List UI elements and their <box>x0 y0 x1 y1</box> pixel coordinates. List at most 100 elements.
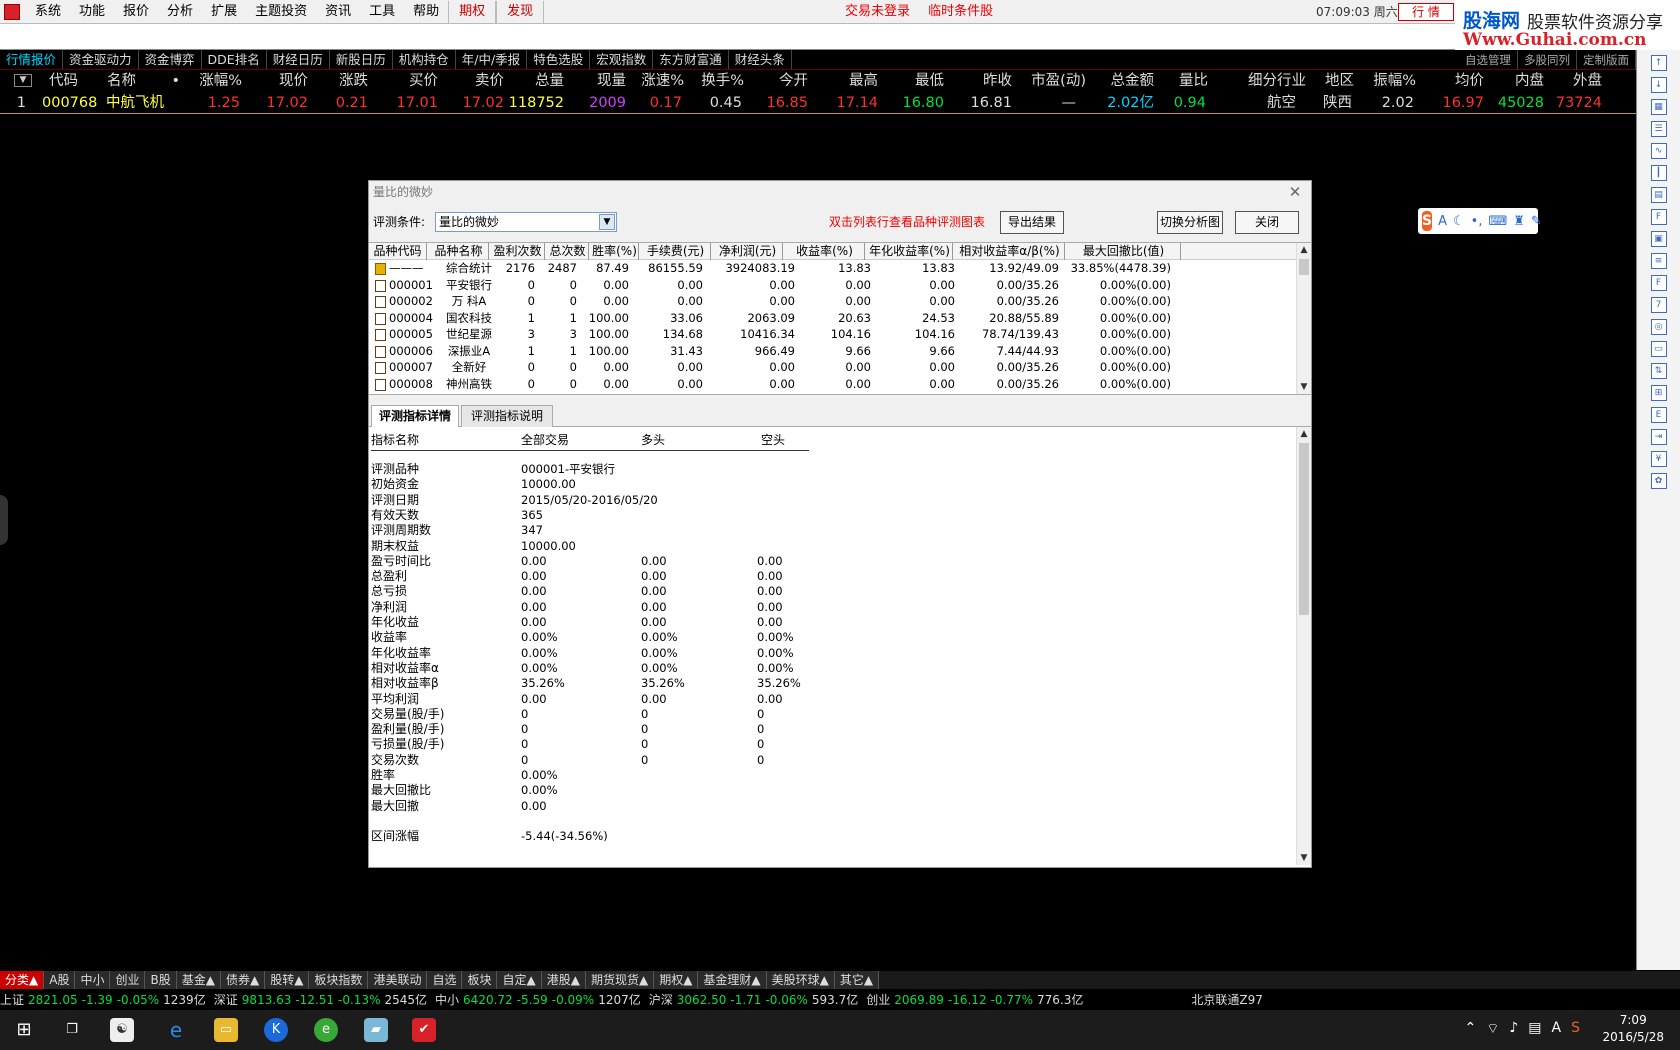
category-tab[interactable]: 板块 <box>462 971 498 989</box>
ime-indicator[interactable]: A <box>1552 1020 1562 1038</box>
category-tab[interactable]: 中小 <box>75 971 111 989</box>
chevron-up-icon[interactable]: ⌃ <box>1464 1020 1476 1038</box>
tab-dde-rank[interactable]: DDE排名 <box>202 50 267 69</box>
etf-icon[interactable]: E <box>1650 407 1667 423</box>
tab-fund-drive[interactable]: 资金驱动力 <box>63 50 139 69</box>
table-col-header[interactable]: 年化收益率(%) <box>867 243 953 260</box>
col-vol-ratio[interactable]: 量比 <box>1170 70 1208 92</box>
col-cur-vol[interactable]: 现量 <box>588 70 626 92</box>
stock-app-icon[interactable]: ✔ <box>412 1018 436 1042</box>
menu-help[interactable]: 帮助 <box>404 0 448 24</box>
temp-condition-notice[interactable]: 临时条件股 <box>928 4 993 19</box>
tab-finance-headline[interactable]: 财经头条 <box>729 50 792 69</box>
chevron-down-icon[interactable]: ▼ <box>599 214 615 230</box>
col-ask[interactable]: 卖价 <box>466 70 504 92</box>
table-icon[interactable]: ▤ <box>1650 187 1667 203</box>
table-col-header[interactable]: 品种名称 <box>429 243 489 260</box>
table-col-header[interactable]: 总次数 <box>547 243 589 260</box>
row-code[interactable]: 000768 <box>42 92 97 114</box>
table-col-header[interactable]: 盈利次数 <box>491 243 545 260</box>
col-region[interactable]: 地区 <box>1316 70 1354 92</box>
edge-icon[interactable]: e <box>164 1018 188 1042</box>
col-high[interactable]: 最高 <box>840 70 878 92</box>
col-pe[interactable]: 市盈(动) <box>1026 70 1086 92</box>
index-item[interactable]: 创业 2069.89 -16.12 -0.77% 776.3亿 <box>866 993 1087 1007</box>
tab-custom-layout[interactable]: 定制版面 <box>1577 50 1636 70</box>
wrench-icon[interactable]: ✎ <box>1531 214 1542 229</box>
col-open[interactable]: 今开 <box>770 70 808 92</box>
table-col-header[interactable]: 品种代码 <box>369 243 427 260</box>
volume-icon[interactable]: ♪ <box>1509 1020 1518 1038</box>
col-pct[interactable]: 涨幅% <box>192 70 242 92</box>
switch-chart-button[interactable]: 切换分析图 <box>1157 211 1223 234</box>
exit-icon[interactable]: ⇥ <box>1650 429 1667 445</box>
table-col-header[interactable]: 收益率(%) <box>785 243 865 260</box>
menu-theme-invest[interactable]: 主题投资 <box>246 0 316 24</box>
category-tab[interactable]: 港股▲ <box>541 971 586 989</box>
news-icon[interactable]: ≡ <box>1650 253 1667 269</box>
category-tab[interactable]: 基金理财▲ <box>698 971 767 989</box>
sort-icon[interactable]: ⇅ <box>1650 363 1667 379</box>
tab-finance-calendar[interactable]: 财经日历 <box>267 50 330 69</box>
list-icon[interactable]: ☰ <box>1650 121 1667 137</box>
k-app-icon[interactable]: K <box>264 1018 288 1042</box>
left-panel-handle[interactable] <box>0 495 8 545</box>
menu-news[interactable]: 资讯 <box>316 0 360 24</box>
category-tab[interactable]: 港美联动 <box>368 971 428 989</box>
shirt-icon[interactable]: ♜ <box>1513 214 1525 229</box>
menu-discover[interactable]: 发现 <box>496 0 545 23</box>
category-tab[interactable]: 自选 <box>427 971 463 989</box>
index-item[interactable]: 沪深 3062.50 -1.71 -0.06% 593.7亿 <box>649 993 863 1007</box>
col-bid[interactable]: 买价 <box>400 70 438 92</box>
ime-toolbar[interactable]: S A ☾ •, ⌨ ♜ ✎ <box>1418 208 1542 234</box>
folder-icon[interactable]: ▭ <box>1650 341 1667 357</box>
scroll-thumb[interactable] <box>1299 259 1309 275</box>
category-tab[interactable]: 期权▲ <box>654 971 699 989</box>
tab-indicator-detail[interactable]: 评测指标详情 <box>371 405 459 428</box>
scroll-up-icon[interactable]: ▲ <box>1297 243 1311 257</box>
table-row[interactable]: 000008 神州高铁 0 0 0.00 0.00 0.00 0.00 0.00 0.00/35.… <box>369 376 1297 393</box>
moon-icon[interactable]: ☾ <box>1453 214 1465 229</box>
menu-system[interactable]: 系统 <box>26 0 70 24</box>
table-row[interactable]: 000005 世纪星源 3 3 100.00 134.68 10416.34 104.16 10… <box>369 326 1297 343</box>
tab-special-pick[interactable]: 特色选股 <box>527 50 591 69</box>
col-turnover[interactable]: 换手% <box>694 70 744 92</box>
table-row[interactable]: 000007 全新好 0 0 0.00 0.00 0.00 0.00 0.00 0.00/35.2… <box>369 359 1297 376</box>
f12-icon[interactable]: F <box>1650 275 1667 291</box>
menu-tools[interactable]: 工具 <box>360 0 404 24</box>
target-icon[interactable]: ◎ <box>1650 319 1667 335</box>
sogou-tray-icon[interactable]: S <box>1571 1020 1580 1038</box>
up-arrow-icon[interactable]: ↑ <box>1650 55 1667 71</box>
down-arrow-icon[interactable]: ↓ <box>1650 77 1667 93</box>
f10-icon[interactable]: F <box>1650 209 1667 225</box>
index-item[interactable]: 中小 6420.72 -5.59 -0.09% 1207亿 <box>435 993 645 1007</box>
message-icon[interactable]: ▤ <box>1528 1020 1541 1038</box>
category-tab[interactable]: 债券▲ <box>220 971 266 989</box>
scroll-thumb[interactable] <box>1299 443 1309 615</box>
taskbar-clock[interactable]: 7:09 2016/5/28 <box>1602 1012 1664 1046</box>
app-icon[interactable]: ☯ <box>110 1018 134 1042</box>
category-tab[interactable]: B股 <box>145 971 177 989</box>
report-icon[interactable]: ▣ <box>1650 231 1667 247</box>
address-bar[interactable] <box>0 24 1455 50</box>
start-icon[interactable]: ⊞ <box>12 1018 36 1042</box>
col-avg[interactable]: 均价 <box>1446 70 1484 92</box>
trade-login-notice[interactable]: 交易未登录 <box>845 4 910 19</box>
table-col-header[interactable]: 手续费(元) <box>641 243 711 260</box>
category-tab[interactable]: 板块指数 <box>309 971 369 989</box>
trade-icon[interactable]: ¥ <box>1650 451 1667 467</box>
category-tab[interactable]: 分类▲ <box>0 971 45 989</box>
col-amount[interactable]: 总金额 <box>1100 70 1155 92</box>
col-amplitude[interactable]: 振幅% <box>1366 70 1416 92</box>
tab-reports[interactable]: 年/中/季报 <box>456 50 528 69</box>
scroll-down-icon[interactable]: ▼ <box>1297 380 1311 394</box>
detail-scrollbar[interactable]: ▲ ▼ <box>1296 427 1311 865</box>
menu-function[interactable]: 功能 <box>70 0 114 24</box>
index-item[interactable]: 上证 2821.05 -1.39 -0.05% 1239亿 <box>0 993 210 1007</box>
scroll-up-icon[interactable]: ▲ <box>1297 427 1311 441</box>
tab-eastmoney[interactable]: 东方财富通 <box>653 50 729 69</box>
tab-indicator-help[interactable]: 评测指标说明 <box>461 405 553 427</box>
col-low[interactable]: 最低 <box>906 70 944 92</box>
quote-row[interactable]: 1 000768 中航飞机 1.25 17.02 0.21 17.01 17.0… <box>0 92 1636 114</box>
scroll-down-icon[interactable]: ▼ <box>1297 851 1311 865</box>
